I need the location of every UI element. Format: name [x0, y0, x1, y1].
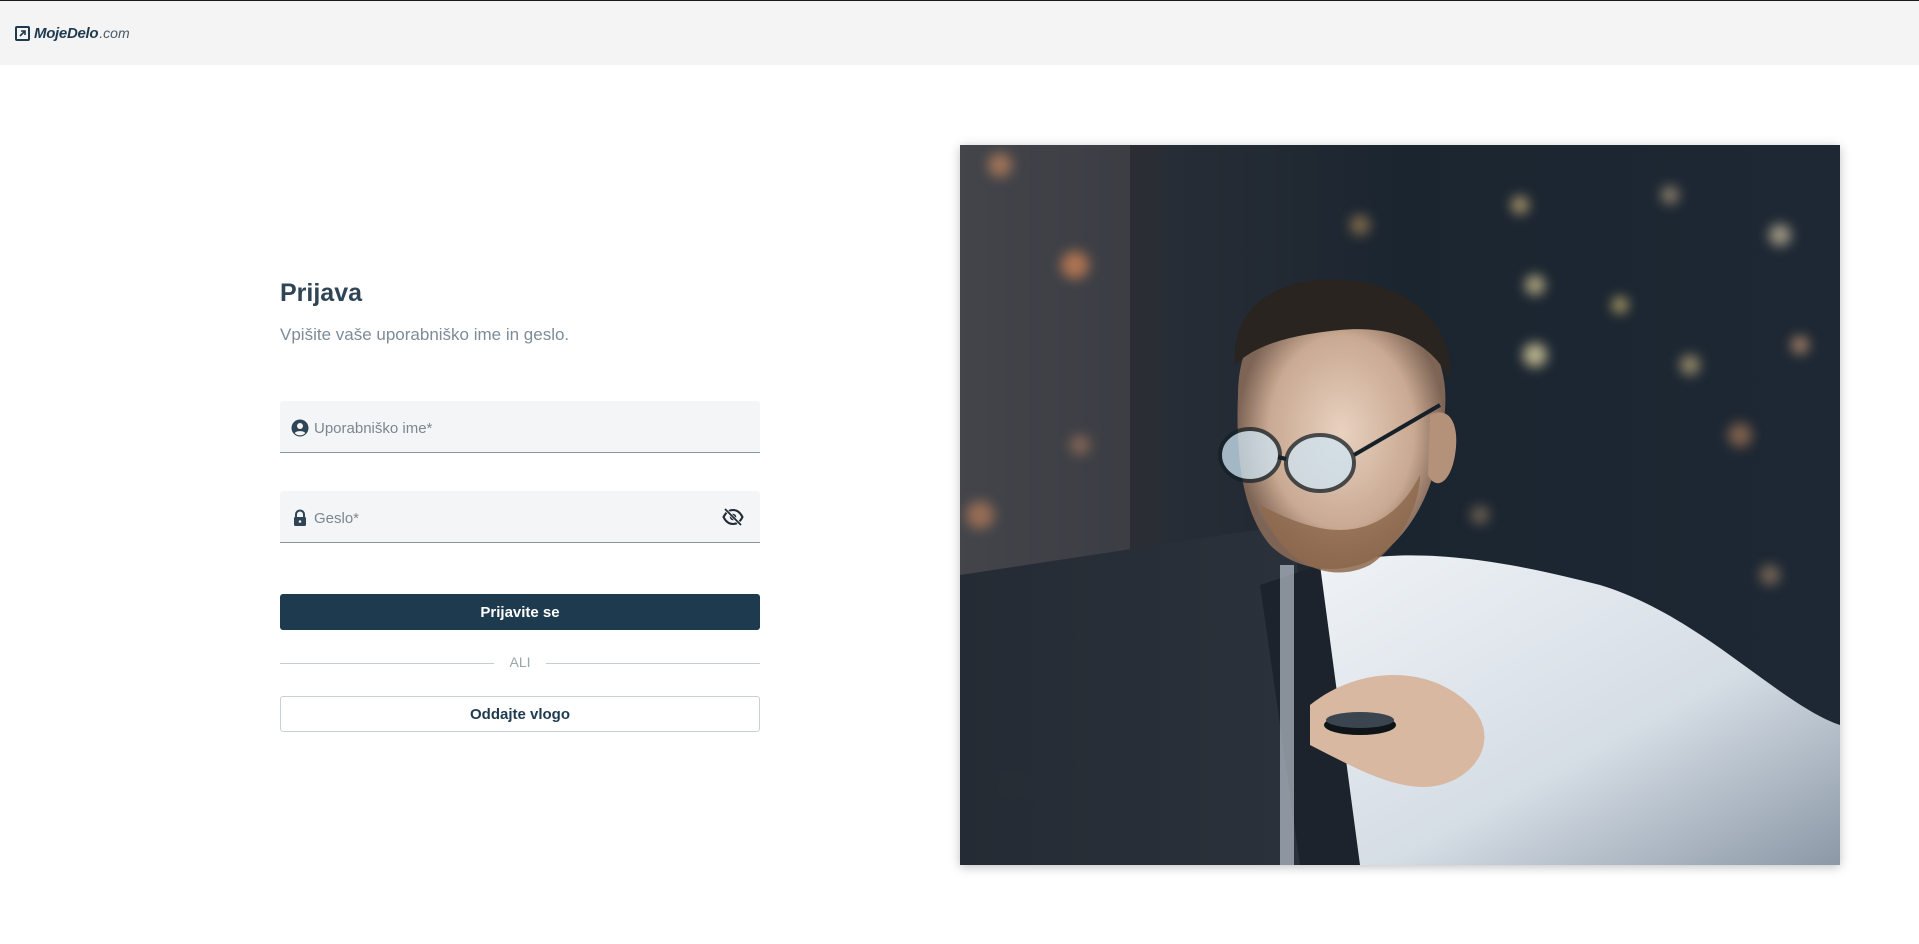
password-input[interactable]	[314, 505, 714, 531]
logo-brand: MojeDelo	[34, 24, 99, 42]
divider-line-right	[546, 663, 760, 664]
logo-domain: .com	[99, 25, 130, 41]
apply-button[interactable]: Oddajte vlogo	[280, 696, 760, 732]
login-button[interactable]: Prijavite se	[280, 594, 760, 630]
page-title: Prijava	[280, 279, 363, 307]
page-subtitle: Vpišite vaše uporabniško ime in geslo.	[280, 325, 570, 344]
login-form: Prijava Vpišite vaše uporabniško ime in …	[280, 275, 760, 732]
user-circle-icon	[291, 419, 309, 437]
or-divider: ALI	[280, 653, 760, 673]
username-field[interactable]	[280, 401, 760, 453]
top-header: MojeDelo .com	[0, 1, 1919, 65]
logo-arrow-icon	[15, 25, 30, 41]
man-at-laptop-photo	[960, 145, 1840, 865]
divider-line-left	[280, 663, 494, 664]
hero-image	[960, 145, 1840, 865]
logo-link[interactable]: MojeDelo .com	[15, 22, 130, 44]
password-field[interactable]	[280, 491, 760, 543]
lock-icon	[294, 509, 306, 526]
username-input[interactable]	[314, 415, 714, 441]
divider-label: ALI	[509, 654, 531, 670]
eye-off-icon[interactable]	[722, 507, 744, 527]
